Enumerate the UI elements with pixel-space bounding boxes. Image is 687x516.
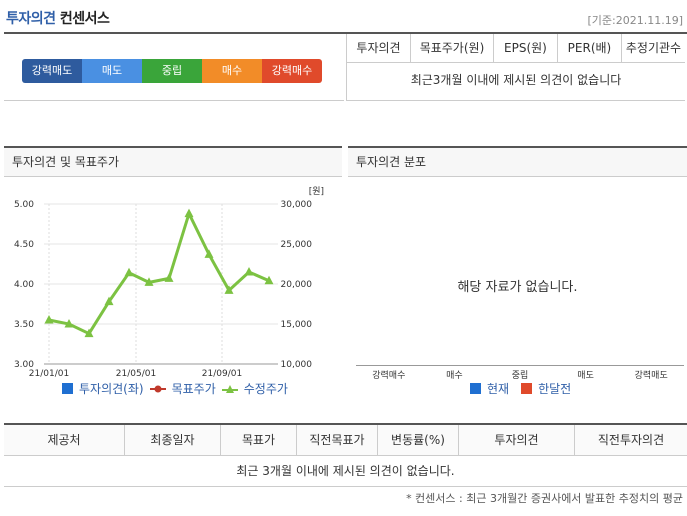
- y-left-tick: 4.50: [14, 240, 34, 250]
- title-sub: 컨센서스: [59, 11, 110, 27]
- scale-buy: 매수: [202, 59, 262, 83]
- y-right-unit: [원]: [309, 186, 324, 197]
- opinion-scale: 강력매도 매도 중립 매수 강력매수: [22, 59, 322, 83]
- scale-hold: 중립: [142, 59, 202, 83]
- series-line-adjusted-price: [48, 209, 270, 336]
- legend-month-ago-swatch: [521, 383, 533, 394]
- opinion-target-title: 투자의견 및 목표주가: [4, 146, 342, 177]
- data-point: [124, 267, 134, 277]
- col-target-price: 목표주가(원): [410, 34, 493, 62]
- y-right-tick: 20,000: [281, 280, 313, 290]
- consensus-empty-message: 최근3개월 이내에 제시된 의견이 없습니다: [410, 73, 622, 87]
- reference-date: [기준:2021.11.19]: [587, 14, 683, 27]
- col-prev-target: 직전목표가: [296, 425, 377, 455]
- col-opinion: 투자의견: [356, 41, 401, 55]
- opinion-distribution-panel: 투자의견 분포 해당 자료가 없습니다. 강력매수 매수 중립 매도 강력매도 …: [348, 146, 687, 400]
- distribution-axis: [356, 365, 684, 366]
- data-point: [184, 208, 194, 218]
- y-right-tick: 30,000: [281, 200, 313, 210]
- consensus-table: 투자의견 목표주가(원) EPS(원) PER(배) 추정기관수 최근3개월 이…: [346, 34, 685, 101]
- distribution-legend: 현재 한달전: [470, 380, 571, 397]
- scale-strong-buy: 강력매수: [262, 59, 322, 83]
- legend-target-marker-icon: [149, 385, 166, 392]
- page-title: 투자의견 컨센서스: [6, 8, 110, 28]
- col-change-rate: 변동률(%): [377, 425, 458, 455]
- opinion-target-chart: 5.00 30,000 4.50 25,000 4.00 20,000 3.50 15,000…: [14, 186, 324, 379]
- legend-price: 수정주가: [243, 382, 288, 396]
- dist-cat-strong-buy: 강력매수: [372, 371, 406, 381]
- dist-cat-strong-sell: 강력매도: [634, 371, 668, 381]
- legend-current-swatch: [470, 383, 481, 394]
- legend-month-ago: 한달전: [538, 382, 572, 396]
- chart-legend: 투자의견(좌) 목표주가 수정주가: [62, 380, 288, 397]
- legend-current: 현재: [487, 382, 510, 396]
- col-target: 목표가: [220, 425, 296, 455]
- provider-table-header: 제공처 최종일자 목표가 직전목표가 변동률(%) 투자의견 직전투자의견: [4, 423, 687, 456]
- legend-price-marker-icon: [221, 384, 238, 393]
- y-right-tick: 10,000: [281, 360, 313, 370]
- col-opinion: 투자의견: [458, 425, 574, 455]
- provider-table: 제공처 최종일자 목표가 직전목표가 변동률(%) 투자의견 직전투자의견 최근…: [4, 423, 687, 487]
- x-tick: 21/01/01: [29, 369, 69, 379]
- title-main: 투자의견: [6, 11, 56, 27]
- consensus-table-header: 투자의견 목표주가(원) EPS(원) PER(배) 추정기관수: [347, 34, 685, 63]
- col-prev-opinion: 직전투자의견: [574, 425, 687, 455]
- footnote: * 컨센서스 : 최근 3개월간 증권사에서 발표한 추정치의 평균: [406, 492, 683, 505]
- col-eps: EPS(원): [492, 34, 557, 62]
- col-agency-count: 추정기관수: [620, 34, 685, 62]
- y-right-tick: 25,000: [281, 240, 313, 250]
- legend-target: 목표주가: [171, 382, 216, 396]
- opinion-target-panel: 투자의견 및 목표주가 5.00 30,000 4.50 25,000 4.00 20,0…: [4, 146, 342, 400]
- legend-opinion: 투자의견(좌): [79, 382, 144, 396]
- scale-sell: 매도: [82, 59, 142, 83]
- y-right-tick: 15,000: [281, 320, 313, 330]
- y-left-tick: 3.50: [14, 320, 34, 330]
- x-tick: 21/05/01: [116, 369, 156, 379]
- col-per: PER(배): [556, 34, 621, 62]
- distribution-title: 투자의견 분포: [348, 146, 687, 177]
- legend-opinion-swatch: [62, 383, 73, 394]
- col-provider: 제공처: [47, 433, 81, 447]
- scale-strong-sell: 강력매도: [22, 59, 82, 83]
- x-tick: 21/09/01: [202, 369, 242, 379]
- provider-empty-message: 최근 3개월 이내에 제시된 의견이 없습니다.: [4, 456, 687, 487]
- distribution-empty-message: 해당 자료가 없습니다.: [457, 280, 578, 295]
- y-left-tick: 5.00: [14, 200, 34, 210]
- col-last-date: 최종일자: [124, 425, 220, 455]
- data-point: [244, 267, 254, 276]
- y-left-tick: 4.00: [14, 280, 34, 290]
